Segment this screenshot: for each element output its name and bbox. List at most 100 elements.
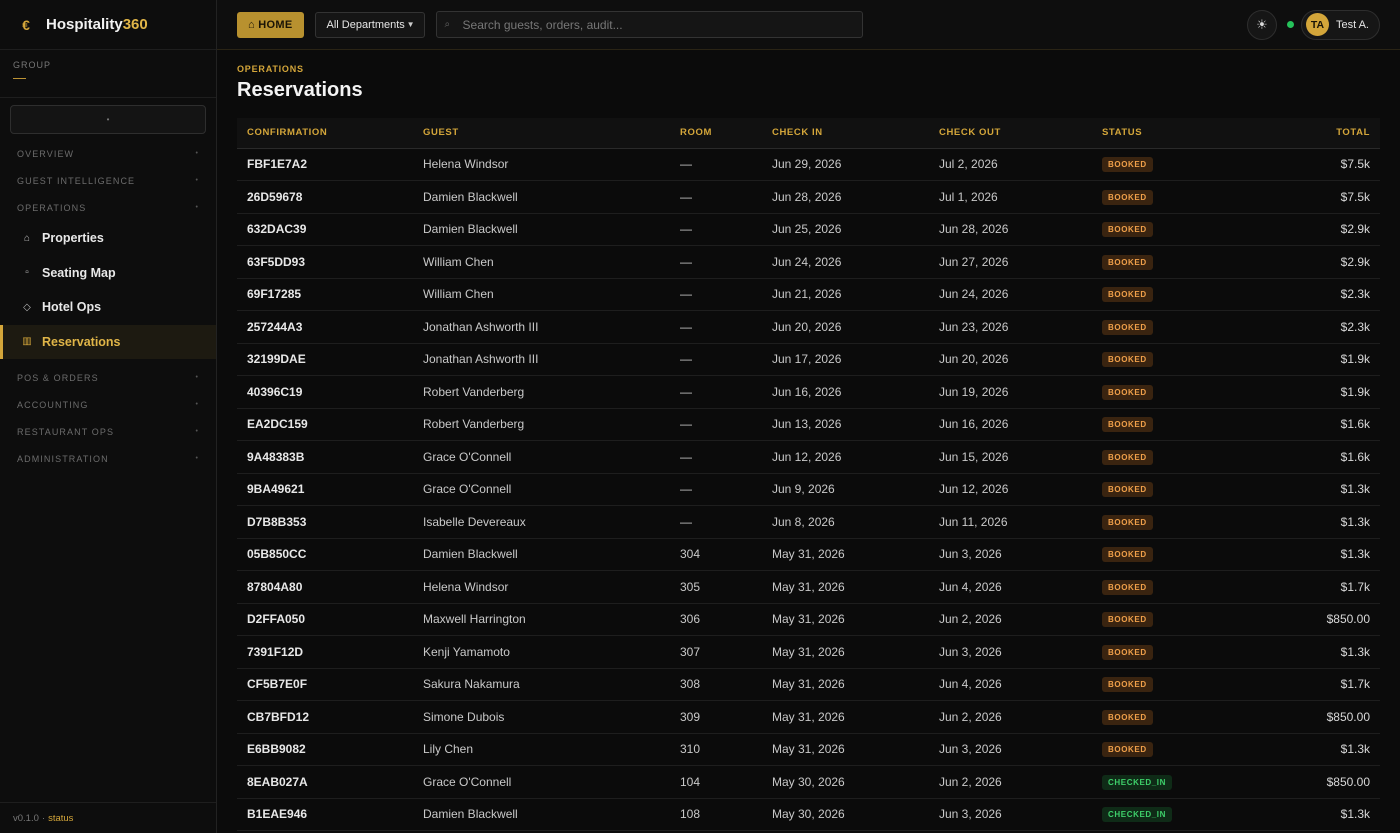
check-out-cell: Jun 20, 2026 xyxy=(929,343,1092,376)
room-cell: — xyxy=(670,278,762,311)
total-cell: $2.9k xyxy=(1242,213,1380,246)
status-badge: BOOKED xyxy=(1102,222,1153,238)
check-in-cell: Jun 24, 2026 xyxy=(762,245,929,279)
table-row[interactable]: CB7BFD12 Simone Dubois 309 May 31, 2026 Jun … xyxy=(237,700,1380,734)
table-row[interactable]: 69F17285 William Chen — Jun 21, 2026 Jun 24,… xyxy=(237,278,1380,311)
guest-cell: Helena Windsor xyxy=(413,148,670,181)
confirmation-cell: EA2DC159 xyxy=(237,408,413,441)
total-cell: $2.3k xyxy=(1242,278,1380,311)
brand[interactable]: € Hospitality360 xyxy=(0,0,216,50)
col-header-status[interactable]: STATUS xyxy=(1092,118,1242,149)
status-cell: BOOKED xyxy=(1092,375,1242,409)
table-row[interactable]: 40396C19 Robert Vanderberg — Jun 16, 2026 Ju… xyxy=(237,375,1380,409)
status-cell: BOOKED xyxy=(1092,570,1242,604)
room-cell: — xyxy=(670,213,762,246)
col-header-total[interactable]: TOTAL xyxy=(1242,118,1380,149)
confirmation-cell: 7391F12D xyxy=(237,635,413,669)
table-row[interactable]: 05B850CC Damien Blackwell 304 May 31, 2026 J… xyxy=(237,538,1380,571)
table-row[interactable]: D7B8B353 Isabelle Devereaux — Jun 8, 2026 Ju… xyxy=(237,505,1380,539)
sidebar-item-properties[interactable]: ⌂ Properties xyxy=(0,221,216,256)
diamond-icon: ◇ xyxy=(23,301,31,313)
status-badge: BOOKED xyxy=(1102,612,1153,628)
status-badge: BOOKED xyxy=(1102,482,1153,498)
status-badge: BOOKED xyxy=(1102,384,1153,400)
table-row[interactable]: 87804A80 Helena Windsor 305 May 31, 2026 Jun… xyxy=(237,570,1380,604)
theme-toggle-button[interactable]: ☀ xyxy=(1246,9,1277,40)
table-row[interactable]: CF5B7E0F Sakura Nakamura 308 May 31, 2026 Ju… xyxy=(237,668,1380,701)
search-icon: ⌕ xyxy=(444,19,451,30)
chevron-icon: • xyxy=(195,204,199,211)
col-header-confirmation[interactable]: CONFIRMATION xyxy=(237,118,413,149)
table-header-row: CONFIRMATION GUEST ROOM CHECK IN CHECK O… xyxy=(237,118,1380,149)
confirmation-cell: 05B850CC xyxy=(237,538,413,571)
room-cell: 108 xyxy=(670,798,762,831)
department-select-value: All Departments xyxy=(326,18,405,31)
table-row[interactable]: D2FFA050 Maxwell Harrington 306 May 31, 202… xyxy=(237,603,1380,636)
table-row[interactable]: EA2DC159 Robert Vanderberg — Jun 13, 2026 Ju… xyxy=(237,408,1380,441)
nav-section-pos-orders[interactable]: POS & ORDERS • xyxy=(0,364,216,391)
table-row[interactable]: 63F5DD93 William Chen — Jun 24, 2026 Jun 27,… xyxy=(237,245,1380,279)
table-row[interactable]: FBF1E7A2 Helena Windsor — Jun 29, 2026 Jul 2… xyxy=(237,148,1380,181)
status-cell: BOOKED xyxy=(1092,700,1242,734)
check-out-cell: Jun 27, 2026 xyxy=(929,245,1092,279)
table-row[interactable]: 257244A3 Jonathan Ashworth III — Jun 20, 20… xyxy=(237,310,1380,344)
status-badge: BOOKED xyxy=(1102,189,1153,205)
check-out-cell: Jul 1, 2026 xyxy=(929,180,1092,214)
nav-section-operations[interactable]: OPERATIONS • xyxy=(0,194,216,221)
table-row[interactable]: E6BB9082 Lily Chen 310 May 31, 2026 Jun 3, 2… xyxy=(237,733,1380,766)
status-link[interactable]: status xyxy=(48,813,73,824)
check-in-cell: Jun 16, 2026 xyxy=(762,375,929,409)
check-out-cell: Jun 3, 2026 xyxy=(929,635,1092,669)
sidebar-item-hotel-ops[interactable]: ◇ Hotel Ops xyxy=(0,290,216,325)
check-in-cell: Jun 21, 2026 xyxy=(762,278,929,311)
nav-section-accounting[interactable]: ACCOUNTING • xyxy=(0,391,216,418)
table-row[interactable]: 632DAC39 Damien Blackwell — Jun 25, 2026 Jun… xyxy=(237,213,1380,246)
chevron-icon: • xyxy=(195,428,199,435)
nav-section-guest-intelligence[interactable]: GUEST INTELLIGENCE • xyxy=(0,167,216,194)
table-row[interactable]: 8EAB027A Grace O'Connell 104 May 30, 2026 Ju… xyxy=(237,765,1380,799)
nav-section-administration[interactable]: ADMINISTRATION • xyxy=(0,445,216,472)
property-selector[interactable]: • xyxy=(10,105,206,134)
col-header-guest[interactable]: GUEST xyxy=(413,118,670,149)
department-select[interactable]: All Departments ▼ xyxy=(314,11,425,38)
check-out-cell: Jun 11, 2026 xyxy=(929,505,1092,539)
room-cell: — xyxy=(670,310,762,344)
check-out-cell: Jun 15, 2026 xyxy=(929,440,1092,474)
total-cell: $1.3k xyxy=(1242,635,1380,669)
check-out-cell: Jun 2, 2026 xyxy=(929,603,1092,636)
status-cell: BOOKED xyxy=(1092,148,1242,181)
status-cell: BOOKED xyxy=(1092,538,1242,571)
table-row[interactable]: 7391F12D Kenji Yamamoto 307 May 31, 2026 Jun… xyxy=(237,635,1380,669)
total-cell: $1.6k xyxy=(1242,408,1380,441)
nav-section-restaurant-ops[interactable]: RESTAURANT OPS • xyxy=(0,418,216,445)
table-row[interactable]: 26D59678 Damien Blackwell — Jun 28, 2026 Jul… xyxy=(237,180,1380,214)
status-badge: BOOKED xyxy=(1102,157,1153,173)
check-out-cell: Jun 28, 2026 xyxy=(929,213,1092,246)
user-menu[interactable]: TA Test A. xyxy=(1300,9,1380,40)
total-cell: $850.00 xyxy=(1242,700,1380,734)
user-name: Test A. xyxy=(1335,18,1369,31)
sidebar-item-seating-map[interactable]: ▫ Seating Map xyxy=(0,256,216,291)
total-cell: $7.5k xyxy=(1242,180,1380,214)
sidebar-item-reservations[interactable]: ▥ Reservations xyxy=(0,324,216,359)
col-header-check-out[interactable]: CHECK OUT xyxy=(929,118,1092,149)
check-out-cell: Jun 2, 2026 xyxy=(929,765,1092,799)
check-in-cell: May 31, 2026 xyxy=(762,700,929,734)
nav-section-overview[interactable]: OVERVIEW • xyxy=(0,140,216,167)
check-in-cell: May 30, 2026 xyxy=(762,798,929,831)
total-cell: $1.3k xyxy=(1242,798,1380,831)
table-row[interactable]: 32199DAE Jonathan Ashworth III — Jun 17, 20… xyxy=(237,343,1380,376)
table-row[interactable]: B1EAE946 Damien Blackwell 108 May 30, 2026 J… xyxy=(237,798,1380,831)
status-badge: BOOKED xyxy=(1102,319,1153,335)
col-header-check-in[interactable]: CHECK IN xyxy=(762,118,929,149)
col-header-room[interactable]: ROOM xyxy=(670,118,762,149)
status-badge: BOOKED xyxy=(1102,514,1153,530)
room-cell: — xyxy=(670,343,762,376)
check-out-cell: Jun 12, 2026 xyxy=(929,473,1092,506)
check-in-cell: May 31, 2026 xyxy=(762,668,929,701)
status-badge: BOOKED xyxy=(1102,742,1153,758)
search-input[interactable] xyxy=(462,17,853,32)
table-row[interactable]: 9BA49621 Grace O'Connell — Jun 9, 2026 Jun 1… xyxy=(237,473,1380,506)
table-row[interactable]: 9A48383B Grace O'Connell — Jun 12, 2026 Jun … xyxy=(237,440,1380,474)
home-button[interactable]: ⌂ HOME xyxy=(237,11,304,38)
